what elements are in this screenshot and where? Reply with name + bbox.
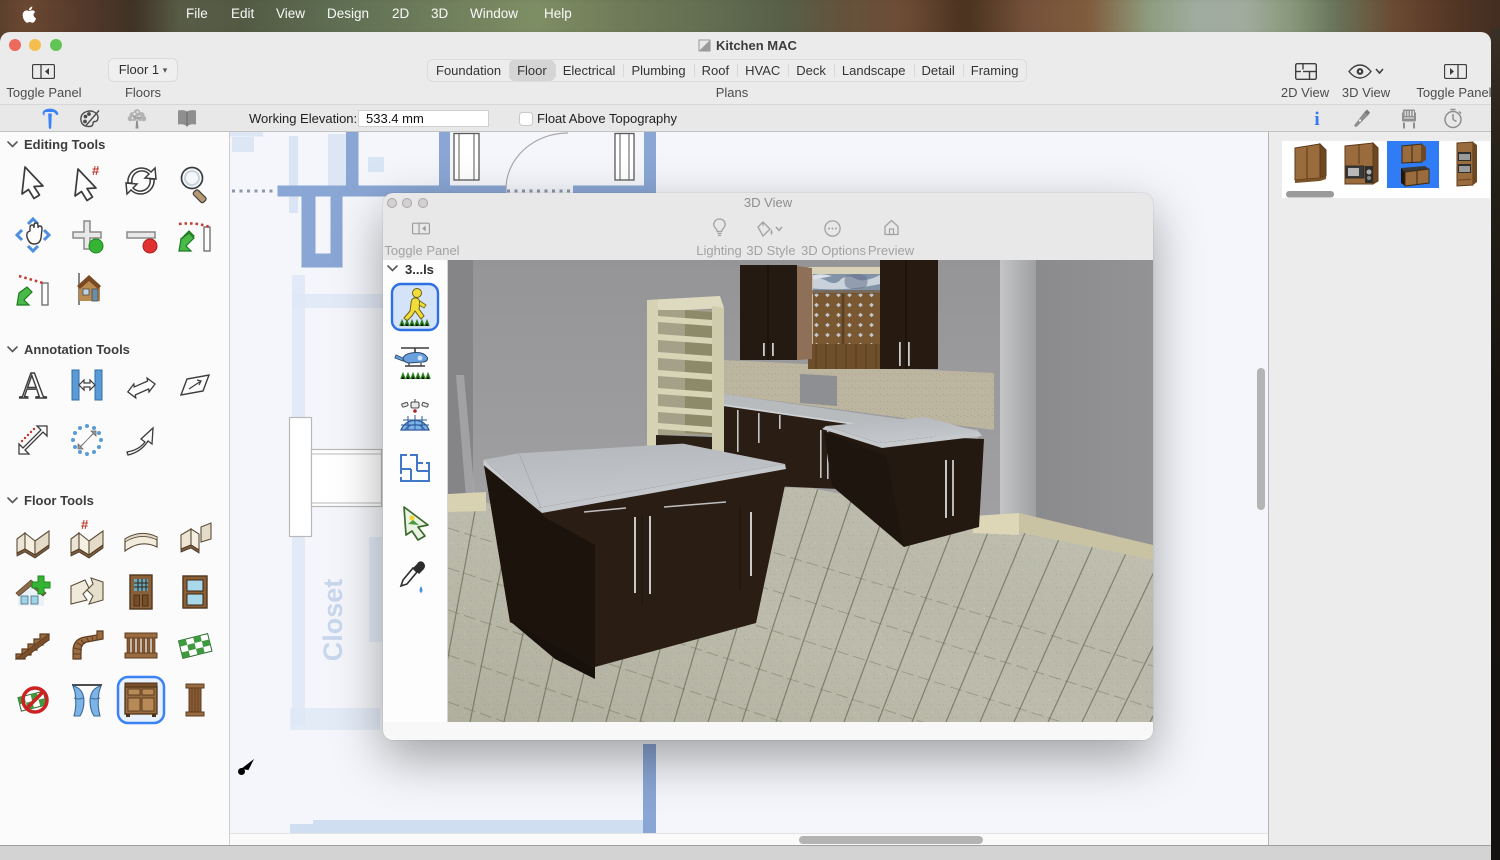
svg-text:#: # [81, 517, 89, 532]
svg-text:i: i [1314, 109, 1319, 130]
svg-text:A: A [19, 365, 47, 407]
svg-text:Closet: Closet [318, 579, 348, 662]
svg-text:Editing Tools: Editing Tools [24, 137, 105, 152]
svg-text:Floor Tools: Floor Tools [24, 493, 94, 508]
svg-text:Annotation Tools: Annotation Tools [24, 342, 130, 357]
svg-text:3...ls: 3...ls [405, 262, 434, 277]
svg-text:#: # [92, 163, 100, 178]
